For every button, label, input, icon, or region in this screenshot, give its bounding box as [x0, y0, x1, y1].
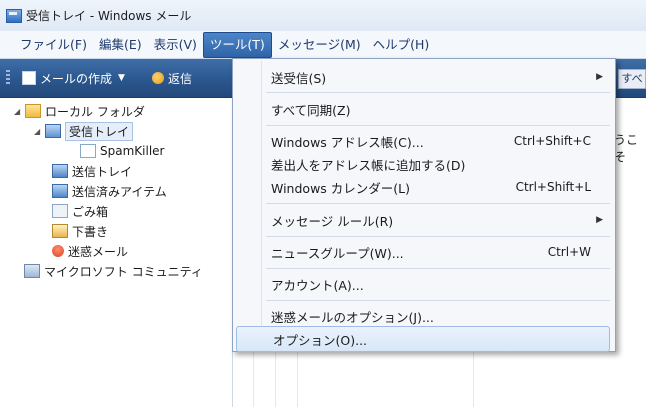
reply-all-button[interactable]: すべ: [618, 69, 646, 89]
folder-spamkiller[interactable]: SpamKiller: [80, 142, 164, 160]
submenu-arrow-icon: ▶: [596, 72, 603, 82]
shortcut-label: Ctrl+Shift+C: [513, 134, 591, 148]
reply-label: 返信: [168, 71, 193, 86]
compose-label: メールの作成: [40, 71, 113, 86]
folder-junk[interactable]: 迷惑メール: [52, 242, 128, 260]
folder-outbox-label: 送信トレイ: [72, 164, 133, 179]
window-title: 受信トレイ - Windows メール: [26, 9, 192, 23]
newsgroup-icon: [24, 264, 40, 278]
folder-trash-label: ごみ箱: [72, 204, 109, 219]
folder-sent-label: 送信済みアイテム: [72, 184, 167, 199]
folder-community[interactable]: マイクロソフト コミュニティ: [24, 262, 203, 280]
menu-item-message-rules[interactable]: メッセージ ルール(R) ▶: [235, 208, 611, 232]
welcome-message-peek: うこそ: [614, 133, 639, 164]
menu-message[interactable]: メッセージ(M): [272, 33, 367, 57]
menu-separator: [266, 203, 610, 204]
folder-junk-label: 迷惑メール: [68, 244, 129, 259]
folder-sent[interactable]: 送信済みアイテム: [52, 182, 167, 200]
menu-separator: [266, 125, 610, 126]
menu-item-label: アカウント(A)...: [271, 277, 364, 293]
menu-item-newsgroups[interactable]: ニュースグループ(W)... Ctrl+W: [235, 240, 611, 264]
reply-icon: [152, 72, 164, 84]
menu-separator: [266, 300, 610, 301]
folder-inbox-label: 受信トレイ: [65, 121, 134, 141]
shortcut-label: Ctrl+W: [547, 245, 591, 259]
tree-expanded-icon[interactable]: ◢: [14, 107, 22, 116]
menu-tools[interactable]: ツール(T): [202, 31, 272, 58]
menu-separator: [266, 92, 610, 93]
folder-icon: [25, 104, 41, 118]
tools-menu: 送受信(S) ▶ すべて同期(Z) Windows アドレス帳(C)... Ct…: [232, 58, 616, 352]
folder-local-label: ローカル フォルダ: [45, 104, 145, 119]
folder-community-label: マイクロソフト コミュニティ: [44, 264, 203, 279]
menu-item-label: Windows アドレス帳(C)...: [271, 134, 424, 150]
junk-mail-icon: [52, 245, 64, 257]
drafts-icon: [52, 224, 68, 238]
menu-item-label: メッセージ ルール(R): [271, 213, 394, 229]
inbox-icon: [45, 124, 61, 138]
menu-item-accounts[interactable]: アカウント(A)...: [235, 272, 611, 296]
menu-item-label: ニュースグループ(W)...: [271, 245, 404, 261]
compose-button[interactable]: メールの作成 ▼: [22, 69, 125, 87]
toolbar-grip[interactable]: [6, 70, 10, 86]
dropdown-arrow-icon[interactable]: ▼: [118, 73, 125, 83]
menu-view[interactable]: 表示(V): [148, 33, 203, 57]
menu-item-send-receive[interactable]: 送受信(S) ▶: [235, 65, 611, 89]
menu-item-add-sender[interactable]: 差出人をアドレス帳に追加する(D): [235, 152, 611, 176]
tree-expanded-icon[interactable]: ◢: [34, 127, 42, 136]
folder-local[interactable]: ◢ ローカル フォルダ: [14, 102, 145, 120]
title-bar: 受信トレイ - Windows メール: [0, 0, 646, 31]
menu-bar: ファイル(F) 編集(E) 表示(V) ツール(T) メッセージ(M) ヘルプ(…: [0, 31, 646, 59]
menu-item-label: 迷惑メールのオプション(J)...: [271, 309, 434, 325]
submenu-arrow-icon: ▶: [596, 215, 603, 225]
outbox-icon: [52, 164, 68, 178]
mail-app-icon: [6, 8, 22, 23]
menu-help[interactable]: ヘルプ(H): [367, 33, 436, 57]
folder-drafts-label: 下書き: [72, 224, 109, 239]
menu-item-address-book[interactable]: Windows アドレス帳(C)... Ctrl+Shift+C: [235, 129, 611, 153]
menu-item-options[interactable]: オプション(O)...: [236, 326, 610, 352]
menu-item-label: オプション(O)...: [273, 332, 368, 348]
shortcut-label: Ctrl+Shift+L: [515, 180, 591, 194]
folder-trash[interactable]: ごみ箱: [52, 202, 108, 220]
menu-item-label: Windows カレンダー(L): [271, 180, 410, 196]
folder-outbox[interactable]: 送信トレイ: [52, 162, 132, 180]
new-message-icon: [22, 71, 36, 85]
menu-item-label: すべて同期(Z): [271, 102, 351, 118]
trash-icon: [52, 204, 68, 218]
menu-item-sync-all[interactable]: すべて同期(Z): [235, 97, 611, 121]
menu-file[interactable]: ファイル(F): [14, 33, 93, 57]
menu-edit[interactable]: 編集(E): [93, 33, 148, 57]
menu-item-calendar[interactable]: Windows カレンダー(L) Ctrl+Shift+L: [235, 175, 611, 199]
menu-item-junk-options[interactable]: 迷惑メールのオプション(J)...: [235, 304, 611, 328]
mail-folder-icon: [80, 144, 96, 158]
menu-separator: [266, 268, 610, 269]
menu-separator: [266, 236, 610, 237]
folder-pane: ◢ ローカル フォルダ ◢ 受信トレイ SpamKiller 送信トレイ 送信済…: [0, 98, 232, 407]
folder-inbox[interactable]: ◢ 受信トレイ: [34, 121, 134, 141]
menu-item-label: 差出人をアドレス帳に追加する(D): [271, 157, 466, 173]
sent-items-icon: [52, 184, 68, 198]
folder-spamkiller-label: SpamKiller: [100, 144, 165, 158]
reply-button[interactable]: 返信: [152, 69, 192, 87]
menu-item-label: 送受信(S): [271, 70, 327, 86]
folder-drafts[interactable]: 下書き: [52, 222, 108, 240]
